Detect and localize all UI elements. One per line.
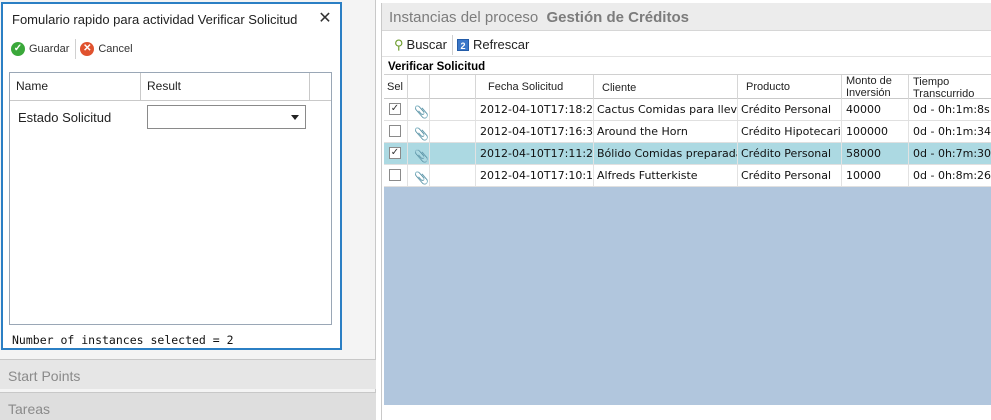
refresh-button[interactable]: 2 Refrescar: [457, 37, 534, 52]
panel-toolbar: ⚲ Buscar 2 Refrescar: [382, 33, 991, 57]
column-header-blank: [430, 75, 476, 99]
cell-fecha: 2012-04-10T17:10:17: [476, 165, 594, 186]
table-header: Sel Fecha Solicitud Cliente Producto Mon…: [384, 74, 991, 100]
chevron-down-icon: [291, 115, 299, 120]
panel-title-prefix: Instancias del proceso: [389, 9, 539, 26]
row-select-checkbox[interactable]: ✓: [389, 147, 401, 159]
column-header-fecha[interactable]: Fecha Solicitud: [476, 75, 594, 99]
search-icon: ⚲: [394, 36, 404, 52]
row-select-checkbox[interactable]: [389, 125, 401, 137]
quick-form-dialog: Fomulario rapido para actividad Verifica…: [1, 2, 342, 350]
column-header-tiempo-line1: Tiempo: [913, 76, 950, 88]
process-instances-panel: Instancias del proceso Gestión de Crédit…: [381, 3, 991, 420]
paperclip-icon[interactable]: 📎: [414, 124, 429, 142]
refresh-button-label: Refrescar: [473, 37, 530, 52]
column-header-monto-line2: Inversión: [846, 87, 891, 99]
form-grid-row: Estado Solicitud: [10, 101, 331, 133]
cell-monto: 58000: [842, 143, 909, 164]
search-button[interactable]: ⚲ Buscar: [394, 37, 452, 53]
form-grid: Name Result Estado Solicitud: [9, 72, 332, 325]
cell-monto: 10000: [842, 165, 909, 186]
cancel-button[interactable]: ✕ Cancel: [80, 42, 138, 56]
form-grid-header: Name Result: [10, 73, 331, 101]
cell-tiempo: 0d - 0h:1m:34s: [913, 125, 991, 138]
row-select-checkbox[interactable]: ✓: [389, 103, 401, 115]
close-icon[interactable]: ✕: [316, 8, 334, 28]
column-header-cliente[interactable]: Cliente: [594, 75, 738, 99]
row-select-checkbox[interactable]: [389, 169, 401, 181]
cell-fecha: 2012-04-10T17:18:28: [476, 99, 594, 120]
toolbar-divider: [452, 34, 453, 55]
instances-table: Sel Fecha Solicitud Cliente Producto Mon…: [384, 74, 991, 419]
table-row[interactable]: ✓ 📎 2012-04-10T17:18:28 Cactus Comidas p…: [384, 99, 991, 121]
toolbar-divider: [75, 39, 77, 59]
cell-producto: Crédito Personal: [738, 143, 842, 164]
cell-monto: 40000: [842, 99, 909, 120]
table-row[interactable]: ✓ 📎 2012-04-10T17:11:28 Bólido Comidas p…: [384, 143, 991, 165]
save-button[interactable]: ✓ Guardar: [11, 42, 75, 56]
cell-tiempo: 0d - 0h:1m:8s: [913, 103, 990, 116]
sidebar-section-tareas[interactable]: Tareas: [0, 392, 376, 420]
cancel-circle-icon: ✕: [80, 42, 95, 56]
paperclip-icon[interactable]: 📎: [414, 102, 429, 120]
table-body: ✓ 📎 2012-04-10T17:18:28 Cactus Comidas p…: [384, 99, 991, 187]
cell-cliente: Alfreds Futterkiste: [594, 165, 738, 186]
estado-solicitud-select[interactable]: [147, 105, 306, 129]
cell-monto: 100000: [842, 121, 909, 142]
column-header-sel[interactable]: Sel: [384, 75, 408, 99]
sidebar-section-label: Tareas: [8, 401, 51, 417]
column-header-filler: [310, 73, 331, 100]
cell-cliente: Bólido Comidas preparadas: [594, 143, 738, 164]
table-empty-area: [384, 187, 991, 405]
blank-cell: [430, 99, 476, 120]
table-row[interactable]: 📎 2012-04-10T17:10:17 Alfreds Futterkist…: [384, 165, 991, 187]
cell-fecha: 2012-04-10T17:16:33: [476, 121, 594, 142]
column-header-attachment: [408, 75, 430, 99]
selection-status: Number of instances selected = 2: [12, 333, 234, 347]
paperclip-icon[interactable]: 📎: [414, 146, 429, 164]
cell-tiempo: 0d - 0h:7m:30s: [913, 147, 991, 160]
save-button-label: Guardar: [29, 43, 70, 55]
column-header-name[interactable]: Name: [10, 73, 141, 100]
cell-cliente: Cactus Comidas para llevar: [594, 99, 738, 120]
cell-producto: Crédito Hipotecario: [738, 121, 842, 142]
cell-fecha: 2012-04-10T17:11:28: [476, 143, 594, 164]
cell-producto: Crédito Personal: [738, 165, 842, 186]
column-header-result[interactable]: Result: [141, 73, 310, 100]
panel-title: Instancias del proceso Gestión de Crédit…: [382, 3, 991, 31]
table-row[interactable]: 📎 2012-04-10T17:16:33 Around the Horn Cr…: [384, 121, 991, 143]
column-header-tiempo[interactable]: Tiempo Transcurrido: [909, 75, 991, 100]
paperclip-icon[interactable]: 📎: [414, 168, 429, 186]
column-header-producto[interactable]: Producto: [738, 75, 842, 99]
dialog-title: Fomulario rapido para actividad Verifica…: [12, 12, 298, 27]
column-header-monto[interactable]: Monto de Inversión: [842, 75, 909, 99]
dialog-toolbar: ✓ Guardar ✕ Cancel: [11, 38, 139, 60]
search-button-label: Buscar: [406, 37, 447, 52]
sidebar-section-label: Start Points: [8, 368, 81, 384]
cell-producto: Crédito Personal: [738, 99, 842, 120]
cancel-button-label: Cancel: [98, 43, 133, 55]
refresh-icon: 2: [457, 38, 469, 51]
section-title: Verificar Solicitud: [388, 61, 486, 73]
blank-cell: [430, 121, 476, 142]
process-name: Gestión de Créditos: [546, 9, 689, 26]
sidebar-section-start-points[interactable]: Start Points: [0, 359, 376, 389]
blank-cell: [430, 165, 476, 186]
field-label-estado-solicitud: Estado Solicitud: [18, 110, 112, 125]
cell-cliente: Around the Horn: [594, 121, 738, 142]
check-circle-icon: ✓: [11, 42, 25, 56]
column-header-monto-line1: Monto de: [846, 75, 892, 87]
cell-tiempo: 0d - 0h:8m:26s: [913, 169, 991, 182]
blank-cell: [430, 143, 476, 164]
